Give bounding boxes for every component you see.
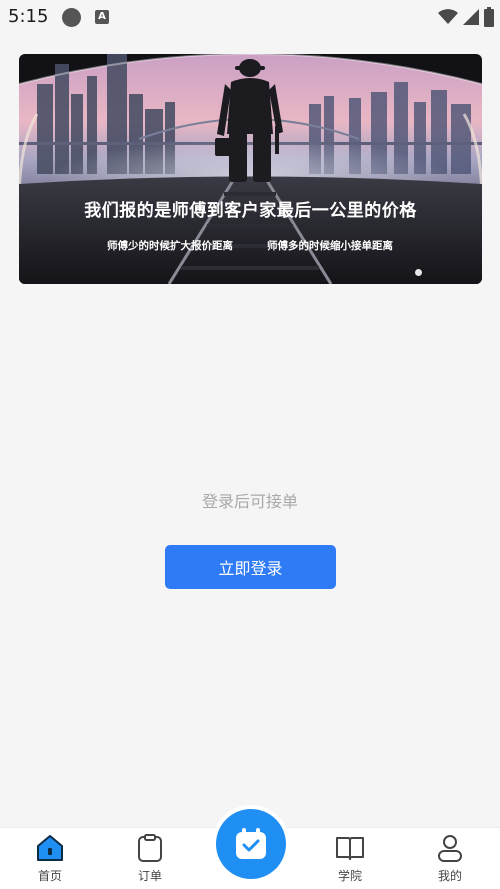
status-icons: [438, 6, 494, 28]
tab-profile-label: 我的: [437, 869, 462, 883]
tab-home-label: 首页: [37, 869, 62, 883]
user-icon: [438, 835, 462, 862]
tab-orders-label: 订单: [137, 869, 162, 883]
center-task-button[interactable]: [216, 809, 286, 879]
signal-icon: [463, 9, 479, 25]
banner-title: 我们报的是师傅到客户家最后一公里的价格: [84, 201, 417, 221]
calendar-check-icon: [236, 828, 266, 859]
status-bar: 5:15 A: [0, 0, 500, 34]
wifi-icon: [438, 9, 458, 24]
promo-banner[interactable]: 我们报的是师傅到客户家最后一公里的价格 师傅少的时候扩大报价距离 师傅多的时候缩…: [19, 54, 482, 284]
login-button[interactable]: 立即登录: [165, 545, 336, 589]
status-time: 5:15: [8, 6, 49, 27]
banner-subtitle-right: 师傅多的时候缩小接单距离: [267, 240, 393, 252]
tab-academy[interactable]: 学院: [300, 828, 400, 889]
banner-subtitle-left: 师傅少的时候扩大报价距离: [107, 240, 233, 252]
tab-home[interactable]: 首页: [0, 828, 100, 889]
banner-illustration: [19, 54, 482, 284]
login-hint: 登录后可接单: [201, 492, 298, 511]
battery-icon: [484, 7, 494, 27]
banner-page-indicator[interactable]: [415, 269, 422, 276]
home-icon: [37, 835, 63, 861]
clipboard-icon: [138, 834, 162, 862]
text-a-icon: A: [95, 10, 109, 24]
tab-academy-label: 学院: [337, 869, 362, 883]
tab-orders[interactable]: 订单: [100, 828, 200, 889]
notification-dot-icon: [62, 8, 81, 27]
book-icon: [336, 837, 364, 860]
tab-profile[interactable]: 我的: [400, 828, 500, 889]
